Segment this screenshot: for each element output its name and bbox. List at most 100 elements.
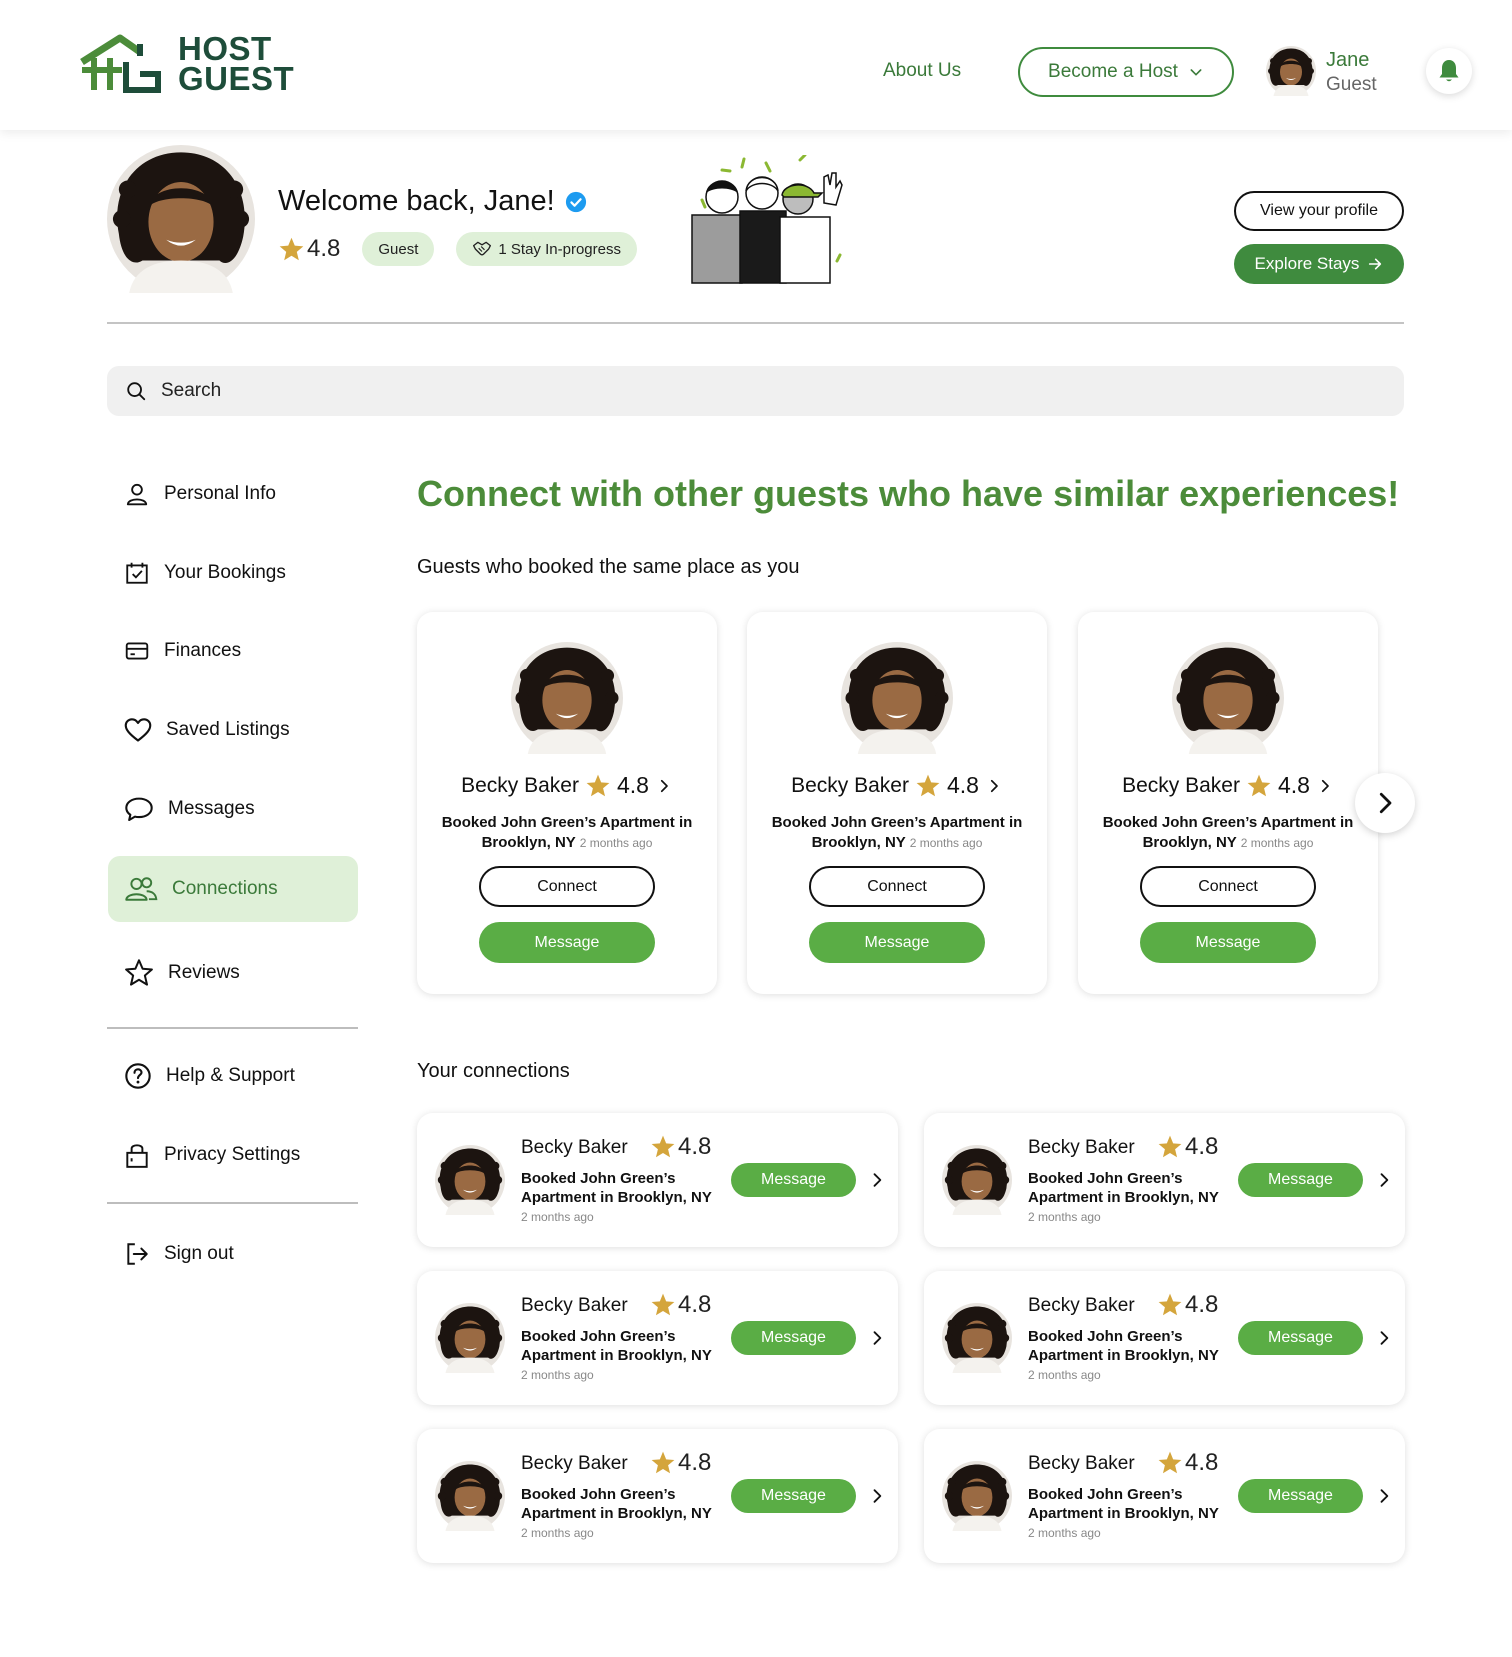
sidebar-item-messages[interactable]: Messages — [108, 779, 358, 839]
sidebar-label-connections: Connections — [172, 878, 278, 899]
connection-booking-desc: Booked John Green’s Apartment in Brookly… — [521, 1486, 712, 1522]
become-host-button[interactable]: Become a Host — [1018, 47, 1234, 97]
explore-stays-label: Explore Stays — [1254, 254, 1360, 273]
connect-button[interactable]: Connect — [809, 866, 985, 907]
top-header: HOST GUEST About Us Become a Host Jane G… — [0, 0, 1512, 130]
profile-rating-value: 4.8 — [307, 235, 341, 262]
connection-avatar — [435, 1461, 505, 1531]
search-bar[interactable] — [107, 366, 1404, 416]
chevron-right-icon — [1370, 788, 1400, 818]
welcome-heading: Welcome back, Jane! — [278, 185, 587, 218]
about-us-link[interactable]: About Us — [883, 60, 961, 82]
message-button[interactable]: Message — [731, 1163, 856, 1197]
star-outline-icon — [125, 959, 153, 986]
search-input[interactable] — [161, 380, 761, 402]
connection-name: Becky Baker — [521, 1295, 628, 1316]
view-profile-button[interactable]: View your profile — [1234, 191, 1404, 231]
message-button[interactable]: Message — [479, 922, 655, 963]
same-place-section-title: Guests who booked the same place as you — [417, 556, 800, 578]
connection-name: Becky Baker — [521, 1137, 628, 1158]
host-guest-logo[interactable]: HOST GUEST — [80, 32, 310, 97]
sidebar-item-reviews[interactable]: Reviews — [108, 943, 358, 1003]
connection-avatar — [435, 1145, 505, 1215]
verified-badge-icon — [565, 191, 586, 212]
connections-section-title: Your connections — [417, 1060, 570, 1082]
sign-out-button[interactable]: Sign out — [108, 1224, 358, 1284]
message-button[interactable]: Message — [1238, 1479, 1363, 1513]
star-icon — [650, 1292, 676, 1318]
role-badge: Guest — [362, 232, 435, 266]
star-icon — [1157, 1450, 1183, 1476]
guest-avatar[interactable] — [841, 642, 953, 754]
calendar-check-icon — [126, 562, 148, 584]
guest-card: Becky Baker 4.8 Booked John Green’s Apar… — [417, 612, 717, 994]
connection-rating: 4.8 — [650, 1291, 711, 1319]
guest-avatar[interactable] — [1172, 642, 1284, 754]
connection-card[interactable]: Becky Baker 4.8 Booked John Green’s Apar… — [417, 1113, 898, 1247]
sidebar-item-connections[interactable]: Connections — [108, 856, 358, 922]
message-button[interactable]: Message — [809, 922, 985, 963]
connection-rating: 4.8 — [650, 1449, 711, 1477]
sidebar-item-saved-listings[interactable]: Saved Listings — [108, 700, 358, 760]
connect-button[interactable]: Connect — [1140, 866, 1316, 907]
user-role: Guest — [1326, 74, 1377, 95]
guest-name-row[interactable]: Becky Baker 4.8 — [1078, 772, 1378, 799]
chevron-right-icon[interactable] — [867, 1328, 887, 1348]
sidebar-label-help-support: Help & Support — [166, 1065, 295, 1086]
connection-card[interactable]: Becky Baker 4.8 Booked John Green’s Apar… — [417, 1429, 898, 1563]
heart-icon — [124, 718, 152, 742]
sidebar-label-privacy-settings: Privacy Settings — [164, 1144, 301, 1165]
chevron-right-icon[interactable] — [867, 1170, 887, 1190]
connection-avatar — [942, 1461, 1012, 1531]
message-button[interactable]: Message — [731, 1479, 856, 1513]
logo-line-guest: GUEST — [178, 60, 295, 97]
connection-name: Becky Baker — [1028, 1453, 1135, 1474]
sign-out-icon — [127, 1243, 148, 1265]
message-button[interactable]: Message — [1238, 1321, 1363, 1355]
sidebar-label-your-bookings: Your Bookings — [164, 562, 286, 583]
connection-booking-desc: Booked John Green’s Apartment in Brookly… — [521, 1170, 712, 1206]
sidebar-item-help-support[interactable]: Help & Support — [108, 1046, 358, 1106]
connection-card[interactable]: Becky Baker 4.8 Booked John Green’s Apar… — [924, 1271, 1405, 1405]
connection-booking-time: 2 months ago — [521, 1368, 594, 1382]
message-button[interactable]: Message — [731, 1321, 856, 1355]
message-button[interactable]: Message — [1140, 922, 1316, 963]
connection-card[interactable]: Becky Baker 4.8 Booked John Green’s Apar… — [924, 1429, 1405, 1563]
guest-card: Becky Baker 4.8 Booked John Green’s Apar… — [747, 612, 1047, 994]
connection-card[interactable]: Becky Baker 4.8 Booked John Green’s Apar… — [417, 1271, 898, 1405]
user-avatar[interactable] — [1266, 46, 1316, 96]
sidebar-label-finances: Finances — [164, 640, 242, 661]
notifications-button[interactable] — [1426, 48, 1472, 94]
connection-rating: 4.8 — [1157, 1449, 1218, 1477]
connection-name: Becky Baker — [1028, 1137, 1135, 1158]
explore-stays-button[interactable]: Explore Stays — [1234, 244, 1404, 284]
chevron-right-icon[interactable] — [1374, 1486, 1394, 1506]
connection-booking-time: 2 months ago — [1028, 1526, 1101, 1540]
lock-icon — [126, 1144, 148, 1168]
star-icon — [650, 1134, 676, 1160]
chevron-right-icon[interactable] — [1374, 1170, 1394, 1190]
chevron-right-icon[interactable] — [867, 1486, 887, 1506]
guest-avatar[interactable] — [511, 642, 623, 754]
chevron-right-icon[interactable] — [1374, 1328, 1394, 1348]
connect-button[interactable]: Connect — [479, 866, 655, 907]
page-title: Connect with other guests who have simil… — [417, 473, 1400, 514]
connection-booking-desc: Booked John Green’s Apartment in Brookly… — [521, 1328, 712, 1364]
sidebar-item-privacy-settings[interactable]: Privacy Settings — [108, 1125, 358, 1185]
connection-card[interactable]: Becky Baker 4.8 Booked John Green’s Apar… — [924, 1113, 1405, 1247]
message-button[interactable]: Message — [1238, 1163, 1363, 1197]
sidebar-item-finances[interactable]: Finances — [108, 621, 358, 681]
guest-booking-desc: Booked John Green’s Apartment in Brookly… — [757, 813, 1037, 853]
guest-name-row[interactable]: Becky Baker 4.8 — [417, 772, 717, 799]
sidebar-item-your-bookings[interactable]: Your Bookings — [108, 543, 358, 603]
carousel-next-button[interactable] — [1355, 773, 1415, 833]
connection-rating-value: 4.8 — [678, 1449, 712, 1476]
chat-bubble-icon — [125, 797, 153, 821]
arrow-right-icon — [1369, 258, 1382, 270]
bell-icon — [1439, 60, 1459, 82]
chevron-down-icon — [1190, 69, 1202, 76]
profile-avatar — [107, 145, 255, 293]
guest-name-row[interactable]: Becky Baker 4.8 — [747, 772, 1047, 799]
sidebar-item-personal-info[interactable]: Personal Info — [108, 464, 358, 524]
guest-booking-desc: Booked John Green’s Apartment in Brookly… — [1088, 813, 1368, 853]
